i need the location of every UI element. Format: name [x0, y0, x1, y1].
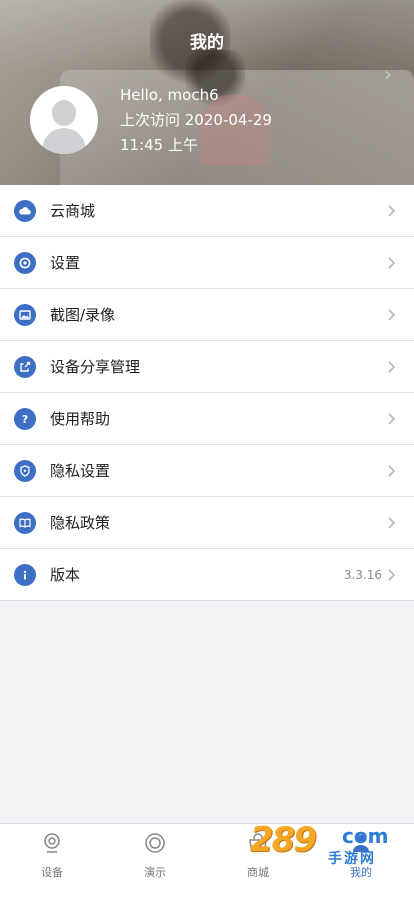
chevron-right-icon [388, 308, 396, 321]
last-visit-time: 11:45 上午 [120, 136, 198, 154]
gear-icon [14, 251, 36, 274]
last-visit-text: 上次访问 2020-04-29 [120, 111, 272, 129]
menu-item-version[interactable]: 版本 3.3.16 [0, 549, 414, 601]
tab-demo[interactable]: 演示 [125, 832, 185, 880]
book-icon [14, 511, 36, 534]
settings-menu: 云商城 设置 截图/录像 设备分享管理 ? 使用帮助 隐私设置 隐私政策 版本 … [0, 185, 414, 601]
menu-item-label: 使用帮助 [50, 410, 111, 428]
avatar-body-icon [42, 128, 86, 154]
chevron-right-icon [388, 360, 396, 373]
menu-item-label: 设置 [50, 254, 81, 272]
header-chevron-icon[interactable]: › [384, 62, 392, 86]
avatar-head-icon [52, 100, 76, 126]
bottom-tab-bar: 设备 演示 商城 我的 [0, 823, 414, 897]
tab-label: 商城 [247, 866, 269, 879]
store-icon [249, 833, 267, 852]
user-info: Hello, moch6 上次访问 2020-04-29 11:45 上午 [120, 83, 272, 158]
chevron-right-icon [388, 412, 396, 425]
greeting-text: Hello, moch6 [120, 86, 219, 104]
image-icon [14, 303, 36, 326]
version-value: 3.3.16 [343, 567, 382, 582]
menu-item-privacy-policy[interactable]: 隐私政策 [0, 497, 414, 549]
info-icon [14, 563, 36, 586]
menu-item-screenshots[interactable]: 截图/录像 [0, 289, 414, 341]
tab-label: 演示 [144, 866, 166, 879]
profile-header: 我的 › Hello, moch6 上次访问 2020-04-29 11:45 … [0, 0, 414, 185]
tab-label: 我的 [350, 866, 372, 879]
menu-item-label: 版本 [50, 566, 81, 584]
menu-item-label: 设备分享管理 [50, 358, 141, 376]
shield-icon [14, 459, 36, 482]
tab-me[interactable]: 我的 [331, 832, 391, 880]
menu-item-help[interactable]: ? 使用帮助 [0, 393, 414, 445]
share-icon [14, 355, 36, 378]
menu-item-label: 隐私政策 [50, 514, 111, 532]
demo-icon [145, 833, 165, 853]
svg-text:?: ? [22, 413, 28, 426]
menu-item-settings[interactable]: 设置 [0, 237, 414, 289]
menu-item-cloud-store[interactable]: 云商城 [0, 185, 414, 237]
user-icon [353, 835, 369, 852]
cloud-icon [14, 199, 36, 222]
menu-item-label: 云商城 [50, 202, 96, 220]
tab-label: 设备 [41, 866, 63, 879]
menu-item-label: 隐私设置 [50, 462, 111, 480]
menu-item-label: 截图/录像 [50, 306, 116, 324]
page-title: 我的 [190, 33, 224, 53]
tab-store[interactable]: 商城 [228, 832, 288, 880]
chevron-right-icon [388, 568, 396, 581]
chevron-right-icon [388, 204, 396, 217]
camera-icon [44, 833, 60, 853]
help-icon: ? [14, 407, 36, 430]
chevron-right-icon [388, 464, 396, 477]
chevron-right-icon [388, 516, 396, 529]
tab-devices[interactable]: 设备 [22, 832, 82, 880]
avatar[interactable] [30, 86, 98, 154]
chevron-right-icon [388, 256, 396, 269]
menu-item-device-share[interactable]: 设备分享管理 [0, 341, 414, 393]
menu-item-privacy-settings[interactable]: 隐私设置 [0, 445, 414, 497]
